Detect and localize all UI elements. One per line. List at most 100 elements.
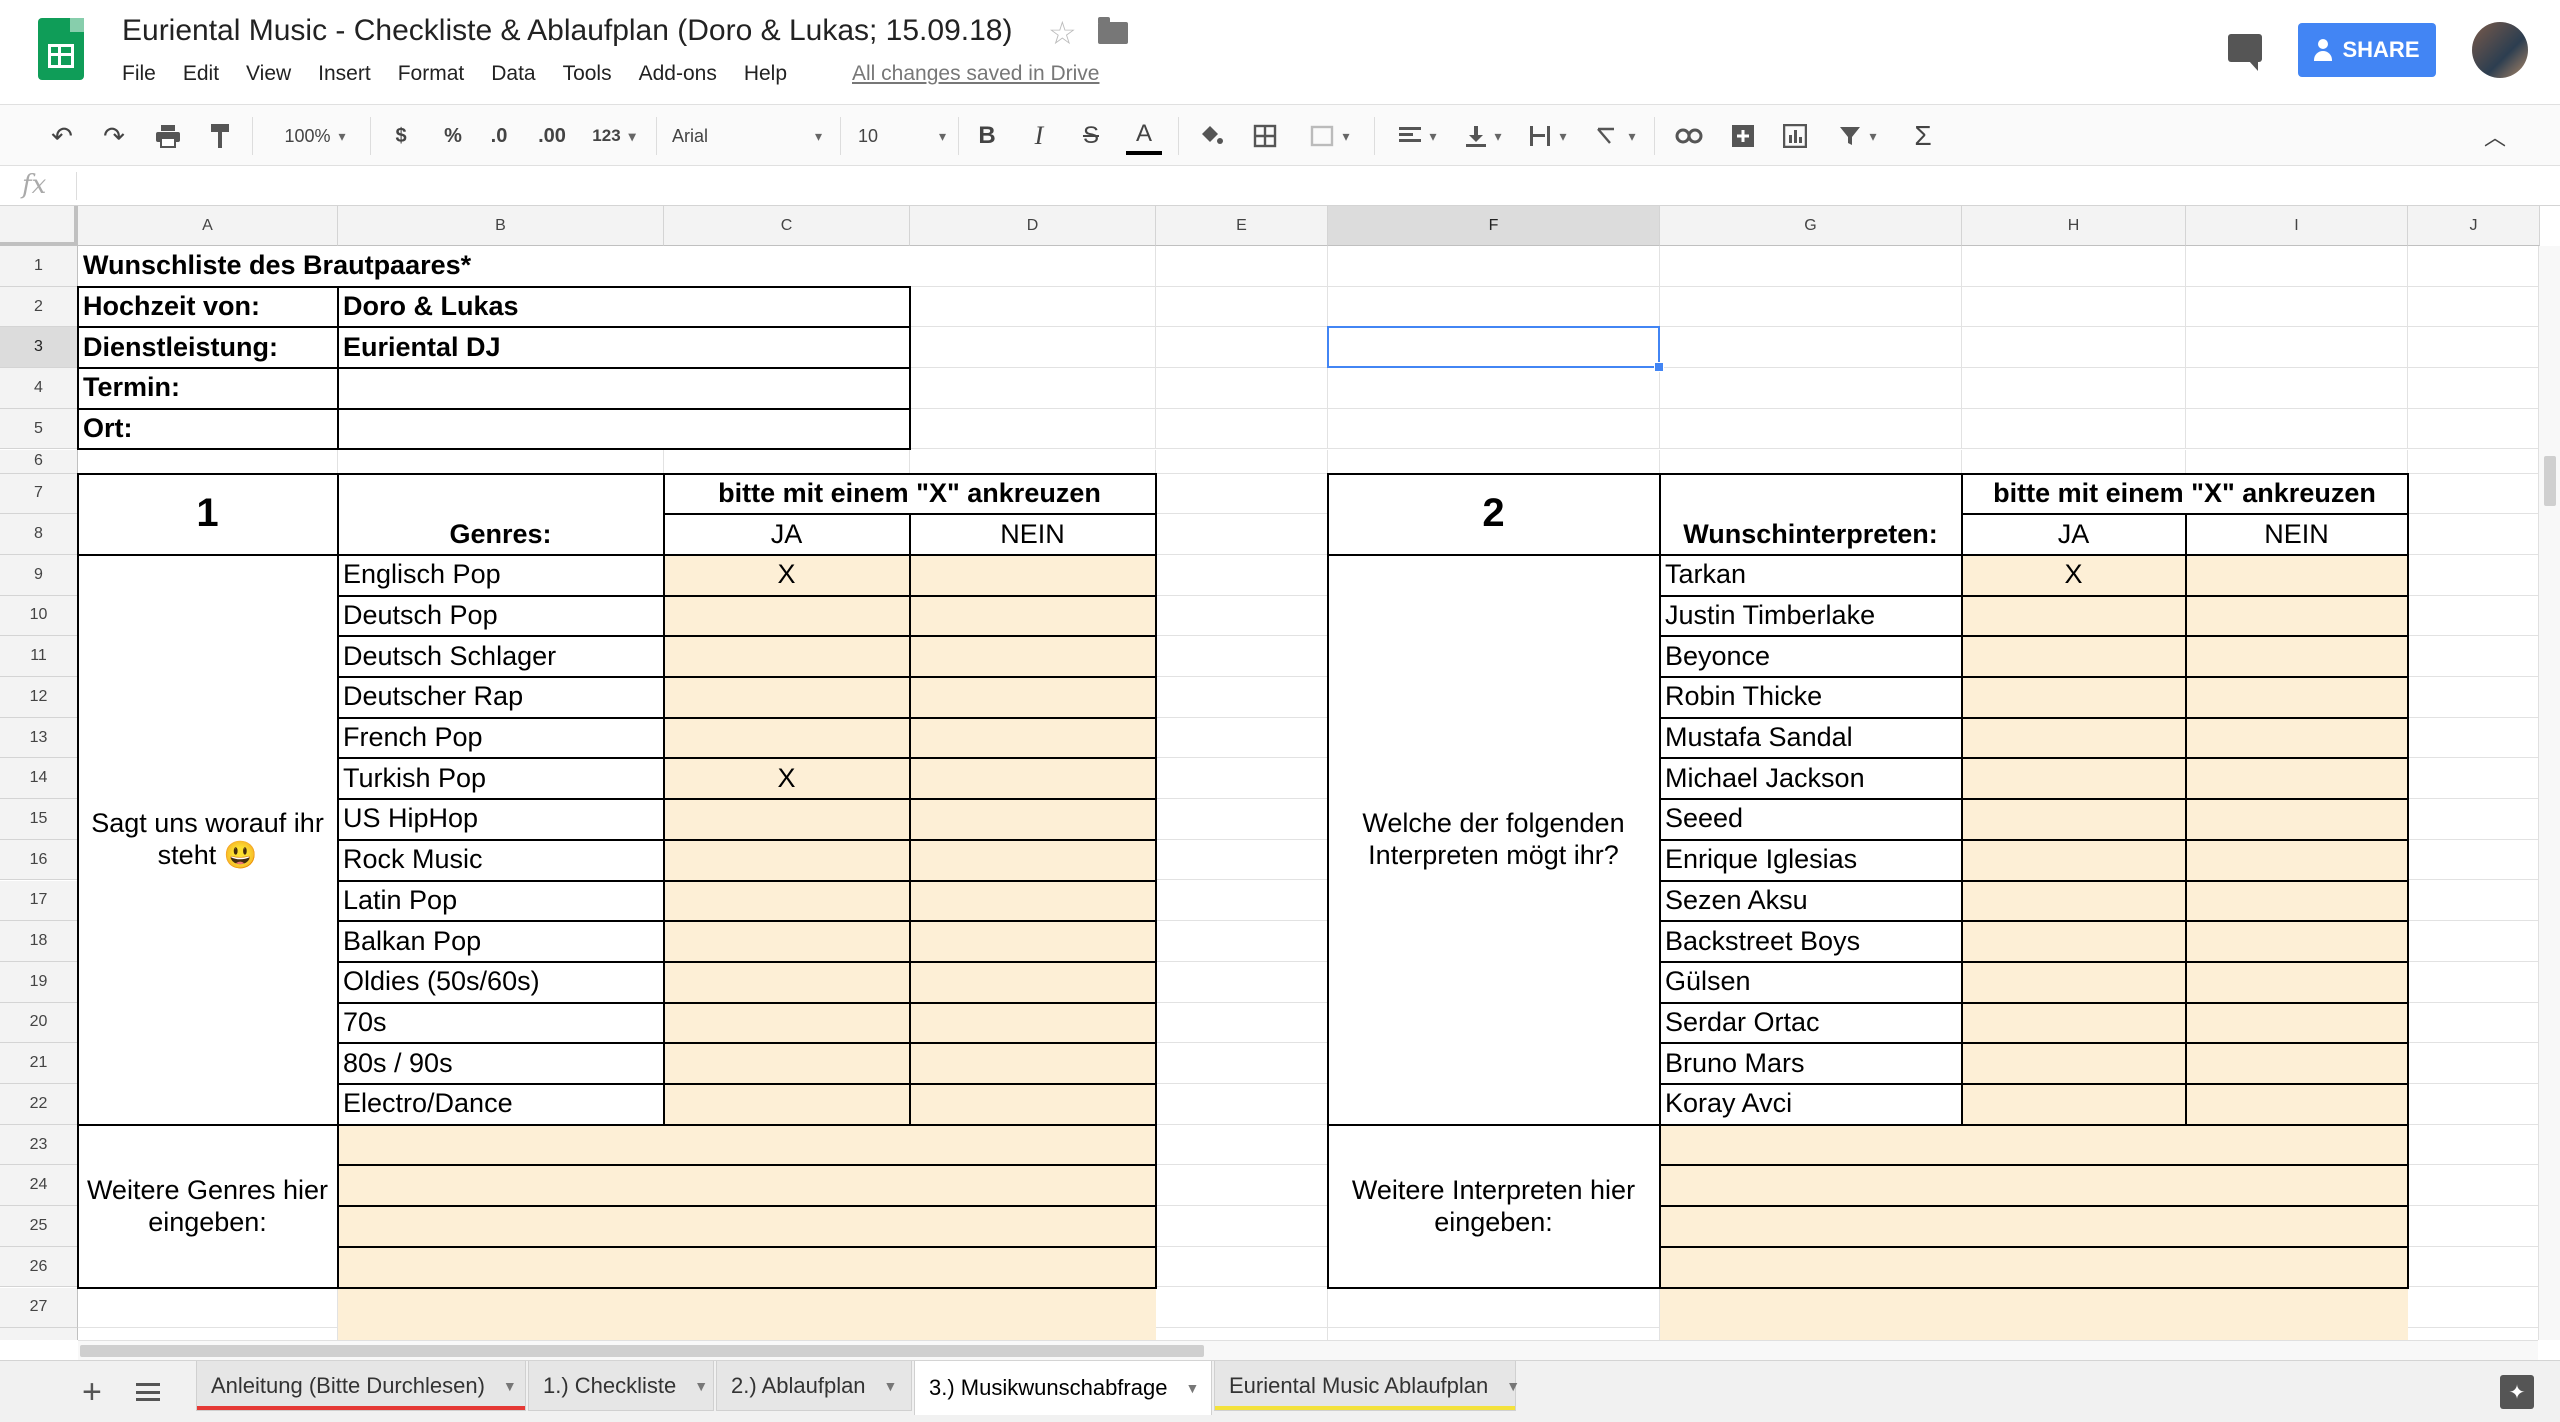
cell[interactable]: [1156, 1328, 1328, 1340]
row-header[interactable]: 3: [0, 327, 78, 369]
sheet-tab-menu-icon[interactable]: ▼: [884, 1378, 898, 1394]
section2-nein-header[interactable]: NEIN: [2186, 514, 2408, 555]
section2-item[interactable]: Michael Jackson: [1660, 758, 1962, 800]
section2-more-label[interactable]: Weitere Interpreten hier eingeben:: [1328, 1124, 1660, 1288]
cell[interactable]: [2408, 246, 2540, 287]
section2-nein-cell[interactable]: [2186, 921, 2408, 962]
section2-nein-cell[interactable]: [2186, 717, 2408, 759]
cell[interactable]: [2408, 961, 2540, 1003]
info-value[interactable]: [338, 408, 910, 450]
redo-icon[interactable]: ↷: [96, 117, 132, 155]
section2-item[interactable]: Beyonce: [1660, 636, 1962, 677]
info-value[interactable]: [338, 368, 910, 409]
section2-more-input[interactable]: [1660, 1124, 2408, 1166]
insert-link-icon[interactable]: [1672, 117, 1706, 155]
section2-nein-cell[interactable]: [2186, 636, 2408, 677]
column-header[interactable]: G: [1660, 206, 1962, 246]
cell[interactable]: [910, 368, 1156, 409]
section2-item[interactable]: Seeed: [1660, 799, 1962, 840]
cell[interactable]: [2408, 1002, 2540, 1044]
row-header[interactable]: 8: [0, 514, 78, 555]
column-header[interactable]: H: [1962, 206, 2186, 246]
section1-nein-cell[interactable]: [910, 636, 1156, 677]
section2-nein-cell[interactable]: [2186, 758, 2408, 800]
cell[interactable]: [2408, 473, 2540, 515]
save-status[interactable]: All changes saved in Drive: [852, 62, 1099, 86]
cell[interactable]: [910, 327, 1156, 369]
section2-ja-cell[interactable]: [1962, 758, 2186, 800]
strikethrough-button[interactable]: S: [1076, 117, 1106, 155]
cell[interactable]: [1156, 1206, 1328, 1247]
cell[interactable]: [1156, 921, 1328, 962]
section1-ja-cell[interactable]: [664, 1002, 910, 1044]
menu-data[interactable]: Data: [491, 62, 535, 86]
cell[interactable]: [1156, 880, 1328, 922]
cell[interactable]: [2408, 514, 2540, 555]
section1-number[interactable]: 1: [78, 473, 338, 555]
cell[interactable]: [1328, 1287, 1660, 1329]
cell[interactable]: [1156, 799, 1328, 840]
cell[interactable]: [1156, 246, 1328, 287]
sheet-tab-menu-icon[interactable]: ▼: [1506, 1378, 1520, 1394]
avatar[interactable]: [2472, 22, 2528, 78]
cell[interactable]: [910, 246, 1156, 287]
cell[interactable]: [2408, 717, 2540, 759]
row-header[interactable]: 28: [0, 1328, 78, 1340]
section1-item[interactable]: Balkan Pop: [338, 921, 664, 962]
sheet-tab[interactable]: 1.) Checkliste ▼: [528, 1361, 714, 1411]
cell[interactable]: [338, 449, 664, 474]
row-header[interactable]: 5: [0, 408, 78, 450]
section2-ja-cell[interactable]: [1962, 1043, 2186, 1084]
row-header[interactable]: 6: [0, 449, 78, 474]
column-header[interactable]: J: [2408, 206, 2540, 246]
cell[interactable]: [1156, 1165, 1328, 1207]
section2-ja-cell[interactable]: [1962, 921, 2186, 962]
section1-nein-cell[interactable]: [910, 880, 1156, 922]
section2-nein-cell[interactable]: [2186, 1084, 2408, 1125]
cell[interactable]: [2408, 1206, 2540, 1247]
paint-format-icon[interactable]: [202, 117, 238, 155]
cell[interactable]: [78, 1328, 338, 1340]
menu-help[interactable]: Help: [744, 62, 787, 86]
section1-ja-cell[interactable]: X: [664, 758, 910, 800]
section1-ja-cell[interactable]: [664, 799, 910, 840]
row-header[interactable]: 27: [0, 1287, 78, 1329]
cell[interactable]: [1328, 368, 1660, 409]
section1-group-header[interactable]: bitte mit einem "X" ankreuzen: [664, 473, 1156, 515]
currency-button[interactable]: $: [386, 117, 416, 155]
section1-ja-cell[interactable]: [664, 839, 910, 881]
section1-more-input[interactable]: [338, 1124, 1156, 1166]
section2-ja-cell[interactable]: [1962, 717, 2186, 759]
cell[interactable]: [2408, 839, 2540, 881]
section2-item[interactable]: Bruno Mars: [1660, 1043, 1962, 1084]
row-header[interactable]: 24: [0, 1165, 78, 1207]
cell[interactable]: [1660, 246, 1962, 287]
section2-ja-cell[interactable]: [1962, 1002, 2186, 1044]
section1-item[interactable]: Englisch Pop: [338, 554, 664, 596]
cell[interactable]: [1156, 961, 1328, 1003]
info-value[interactable]: Euriental DJ: [338, 327, 910, 369]
section2-nein-cell[interactable]: [2186, 677, 2408, 718]
sheet-tab[interactable]: 3.) Musikwunschabfrage ▼: [914, 1361, 1212, 1415]
text-color-button[interactable]: A: [1126, 117, 1162, 155]
cell[interactable]: [1156, 449, 1328, 474]
cell[interactable]: [1156, 1043, 1328, 1084]
zoom-select[interactable]: 100%: [270, 117, 360, 155]
add-sheet-button[interactable]: +: [82, 1373, 102, 1412]
section1-row27-fill[interactable]: [338, 1287, 1156, 1340]
section1-nein-cell[interactable]: [910, 717, 1156, 759]
cell[interactable]: [2408, 799, 2540, 840]
menu-edit[interactable]: Edit: [183, 62, 219, 86]
section1-nein-cell[interactable]: [910, 1002, 1156, 1044]
section1-ja-cell[interactable]: [664, 717, 910, 759]
section1-nein-cell[interactable]: [910, 839, 1156, 881]
cell[interactable]: [1660, 286, 1962, 328]
section2-item[interactable]: Mustafa Sandal: [1660, 717, 1962, 759]
cell[interactable]: [1962, 246, 2186, 287]
document-title[interactable]: Euriental Music - Checkliste & Ablaufpla…: [122, 14, 1012, 48]
section1-ja-cell[interactable]: X: [664, 554, 910, 596]
section1-side-label[interactable]: Sagt uns worauf ihr steht 😃: [78, 554, 338, 1125]
section1-nein-cell[interactable]: [910, 677, 1156, 718]
cell[interactable]: [1156, 677, 1328, 718]
section1-ja-cell[interactable]: [664, 921, 910, 962]
